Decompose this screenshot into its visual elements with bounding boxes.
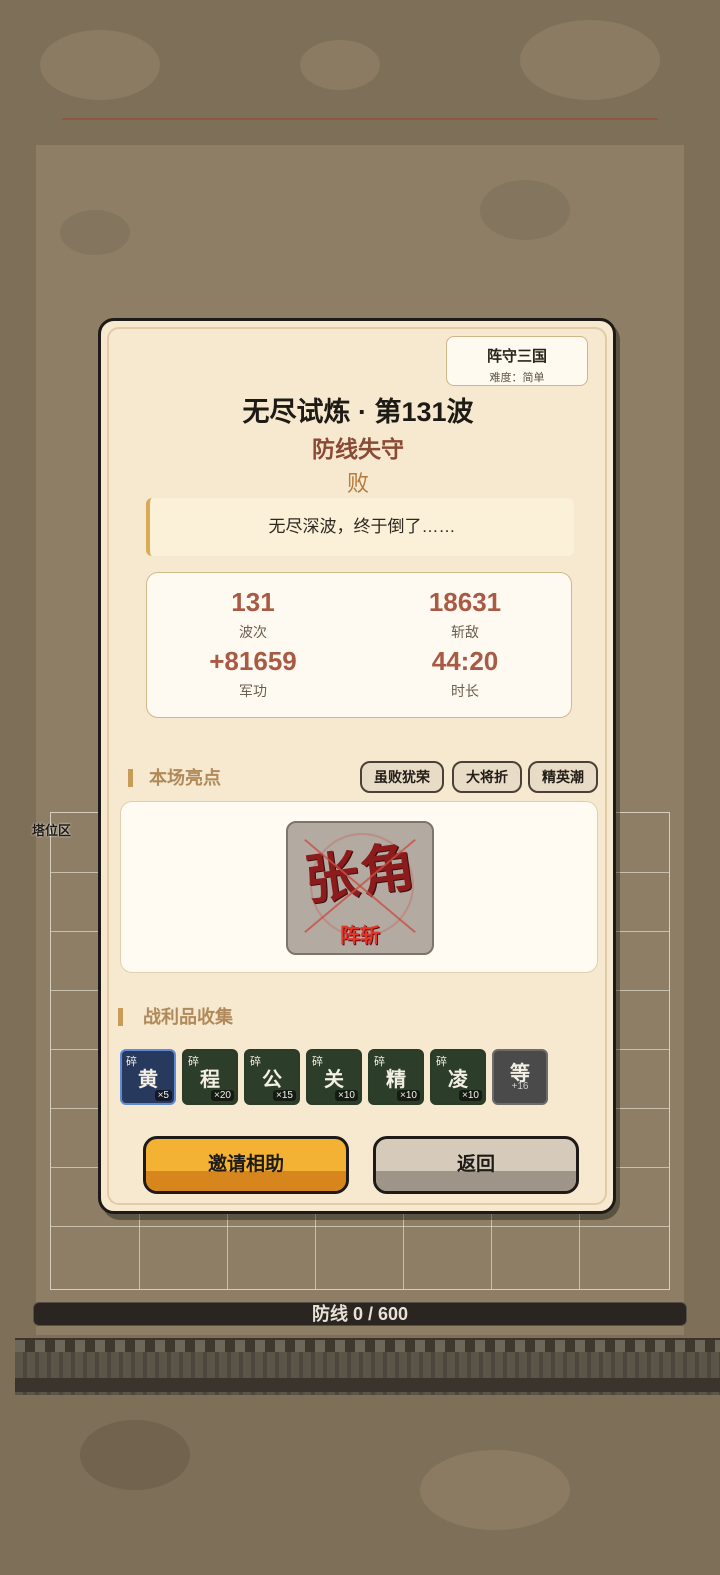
- top-divider: [62, 118, 658, 120]
- stat-value: 44:20: [431, 646, 499, 676]
- invite-help-button[interactable]: 邀请相助: [143, 1136, 349, 1194]
- stat-kills: 18631 斩敌: [359, 587, 571, 642]
- game-name: 阵守三国: [486, 348, 547, 365]
- defense-bar-text: 防线 0 / 600: [311, 1304, 409, 1324]
- stat-label: 斩敌: [451, 624, 479, 640]
- loot-more-count: +16: [511, 1081, 529, 1092]
- wall-battlement: [15, 1340, 720, 1352]
- loot-count: ×5: [154, 1090, 172, 1101]
- back-button-label: 返回: [456, 1154, 495, 1175]
- defeated-general-portrait: 张角 阵斩: [286, 821, 434, 955]
- stat-value: 18631: [428, 587, 502, 617]
- stat-duration: 44:20 时长: [359, 646, 571, 701]
- loot-item[interactable]: 碎 精 ×10: [368, 1049, 424, 1105]
- general-name: 张角: [301, 836, 421, 912]
- back-button[interactable]: 返回: [373, 1136, 579, 1194]
- result-quote: 无尽深波，终于倒了……: [146, 498, 574, 556]
- highlight-tag: 虽败犹荣: [360, 761, 444, 793]
- quote-text: 无尽深波，终于倒了……: [268, 517, 456, 536]
- stat-value: 131: [231, 587, 275, 617]
- stat-waves: 131 波次: [147, 587, 359, 642]
- loot-item[interactable]: 碎 关 ×10: [306, 1049, 362, 1105]
- loot-count: ×10: [397, 1090, 420, 1101]
- loot-title: 战利品收集: [118, 1003, 233, 1029]
- highlights-title: 本场亮点: [128, 764, 221, 790]
- difficulty-label: 难度：简单: [489, 372, 545, 384]
- stat-merit: +81659 军功: [147, 646, 359, 701]
- stat-label: 时长: [451, 683, 479, 699]
- bg-rock: [300, 40, 380, 90]
- bg-rock: [40, 30, 160, 100]
- result-subtitle: 防线失守: [312, 436, 404, 462]
- loot-item[interactable]: 碎 公 ×15: [244, 1049, 300, 1105]
- invite-button-label: 邀请相助: [207, 1154, 284, 1175]
- slain-stamp: 阵斩: [340, 925, 380, 947]
- bg-rock: [420, 1450, 570, 1530]
- loot-count: ×10: [459, 1090, 482, 1101]
- loot-char: 黄: [138, 1069, 158, 1091]
- bg-rock: [520, 20, 660, 100]
- loot-count: ×20: [211, 1090, 234, 1101]
- result-text: 败: [346, 471, 369, 496]
- stats-panel: 131 波次 18631 斩敌 +81659 军功 44:20 时长: [146, 572, 572, 718]
- page-title: 无尽试炼 · 第131波: [242, 397, 474, 427]
- highlights-title-text: 本场亮点: [149, 768, 221, 788]
- stat-label: 军功: [239, 683, 267, 699]
- bg-rock: [80, 1420, 190, 1490]
- loot-item[interactable]: 碎 黄 ×5: [120, 1049, 176, 1105]
- loot-item[interactable]: 碎 程 ×20: [182, 1049, 238, 1105]
- section-marker: [128, 769, 133, 787]
- game-badge: 阵守三国 难度：简单: [446, 336, 588, 386]
- wall-base: [15, 1378, 720, 1392]
- loot-title-text: 战利品收集: [143, 1007, 233, 1027]
- loot-more[interactable]: 等 +16: [492, 1049, 548, 1105]
- loot-count: ×15: [273, 1090, 296, 1101]
- stat-value: +81659: [209, 646, 297, 676]
- highlight-tag: 精英潮: [528, 761, 598, 793]
- section-marker: [118, 1008, 123, 1026]
- loot-char: 关: [324, 1069, 344, 1091]
- defense-bar: 防线 0 / 600: [33, 1302, 687, 1326]
- stat-label: 波次: [239, 624, 267, 640]
- highlight-tag: 大将折: [452, 761, 522, 793]
- loot-count: ×10: [335, 1090, 358, 1101]
- loot-item[interactable]: 碎 凌 ×10: [430, 1049, 486, 1105]
- loot-char: 精: [386, 1069, 406, 1091]
- loot-char: 凌: [448, 1069, 468, 1091]
- loot-char: 公: [262, 1069, 282, 1091]
- zone-label: 塔位区: [32, 823, 72, 838]
- loot-char: 程: [200, 1069, 220, 1091]
